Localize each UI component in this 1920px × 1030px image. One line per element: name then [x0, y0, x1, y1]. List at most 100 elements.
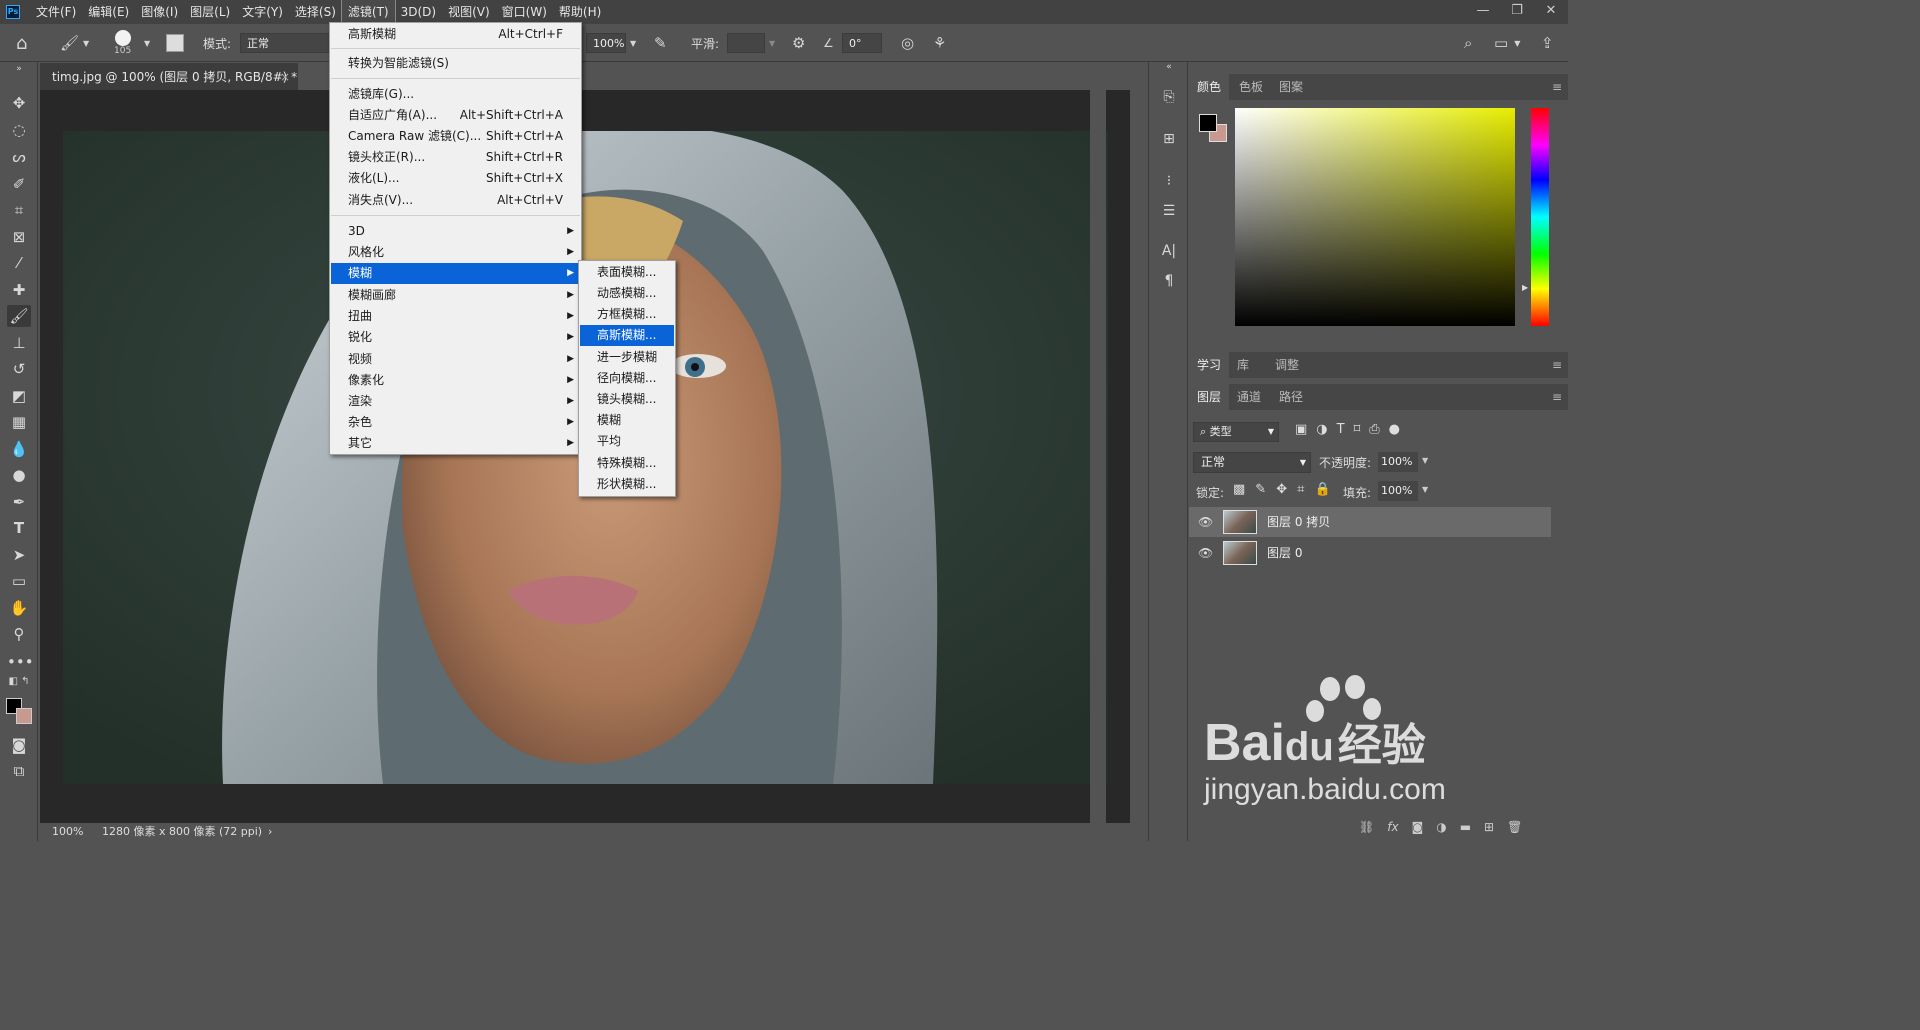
rectangle-tool-icon[interactable]: ▭: [7, 570, 31, 592]
eye-icon[interactable]: 👁: [1198, 507, 1213, 537]
menu-window[interactable]: 窗口(W): [496, 0, 553, 24]
tab-channels[interactable]: 通道: [1229, 384, 1269, 410]
close-icon[interactable]: ×: [280, 63, 290, 91]
layer-filter-select[interactable]: ⌕ 类型 ▼: [1193, 422, 1279, 442]
menu-3d[interactable]: 3D(D): [395, 0, 442, 24]
blend-mode-select[interactable]: 正常 ▼: [1193, 452, 1311, 473]
menu-item-pixelate[interactable]: 像素化 ▶: [331, 370, 580, 391]
mode-select[interactable]: 正常: [240, 33, 330, 53]
submenu-item-surface-blur[interactable]: 表面模糊...: [580, 262, 674, 283]
tab-paths[interactable]: 路径: [1271, 384, 1311, 410]
quick-mask-icon[interactable]: ◙: [7, 734, 31, 756]
menu-item-sharpen[interactable]: 锐化 ▶: [331, 327, 580, 348]
lock-artboard-icon[interactable]: ⌗: [1297, 482, 1304, 497]
chevron-down-icon[interactable]: ▼: [1514, 39, 1520, 48]
panel-menu-icon[interactable]: ≡: [1552, 74, 1562, 100]
chevron-down-icon[interactable]: ▼: [144, 39, 150, 48]
new-layer-icon[interactable]: ⊞: [1484, 820, 1494, 834]
brush-tool-icon[interactable]: 🖌: [7, 305, 31, 327]
chevron-down-icon[interactable]: ▼: [769, 39, 775, 48]
menu-item-blur[interactable]: 模糊 ▶: [331, 263, 580, 284]
delete-layer-icon[interactable]: 🗑: [1507, 820, 1522, 834]
vertical-scrollbar[interactable]: [1090, 62, 1106, 841]
menu-layer[interactable]: 图层(L): [184, 0, 236, 24]
menu-filter[interactable]: 滤镜(T): [340, 0, 396, 25]
history-panel-icon[interactable]: ⎘: [1157, 86, 1181, 108]
dodge-tool-icon[interactable]: ●: [7, 464, 31, 486]
tab-color[interactable]: 颜色: [1189, 74, 1230, 100]
tab-learn[interactable]: 学习: [1189, 352, 1230, 378]
menu-item-vanishing-point[interactable]: 消失点(V)... Alt+Ctrl+V: [331, 190, 580, 211]
history-brush-tool-icon[interactable]: ↺: [7, 358, 31, 380]
menu-type[interactable]: 文字(Y): [236, 0, 289, 24]
menu-item-adaptive-wide-angle[interactable]: 自适应广角(A)... Alt+Shift+Ctrl+A: [331, 105, 580, 126]
submenu-item-smart-blur[interactable]: 特殊模糊...: [580, 453, 674, 474]
submenu-item-shape-blur[interactable]: 形状模糊...: [580, 474, 674, 495]
tab-libraries[interactable]: 库: [1229, 352, 1257, 378]
shape-filter-icon[interactable]: ⌑: [1354, 422, 1361, 437]
brush-settings-panel-icon[interactable]: ⁝: [1157, 170, 1181, 192]
pressure-size-icon[interactable]: ◎: [901, 34, 914, 52]
layer-row[interactable]: 👁 图层 0 拷贝: [1189, 507, 1551, 537]
hue-slider-handle-icon[interactable]: ▶: [1522, 283, 1528, 292]
gradient-tool-icon[interactable]: ▦: [7, 411, 31, 433]
document-tab[interactable]: timg.jpg @ 100% (图层 0 拷贝, RGB/8#) * ×: [40, 62, 298, 90]
submenu-item-blur-more[interactable]: 进一步模糊: [580, 347, 674, 368]
menu-item-distort[interactable]: 扭曲 ▶: [331, 306, 580, 327]
chevron-down-icon[interactable]: ▼: [1422, 485, 1428, 494]
smart-object-filter-icon[interactable]: ⎙: [1369, 422, 1379, 437]
paragraph-panel-icon[interactable]: ¶: [1157, 270, 1181, 292]
new-adjustment-icon[interactable]: ◑: [1436, 820, 1446, 834]
opacity-input[interactable]: 100%: [1378, 452, 1418, 472]
submenu-item-motion-blur[interactable]: 动感模糊...: [580, 283, 674, 304]
menu-item-noise[interactable]: 杂色 ▶: [331, 412, 580, 433]
tab-layers[interactable]: 图层: [1189, 384, 1230, 410]
type-filter-icon[interactable]: T: [1337, 422, 1345, 437]
new-group-icon[interactable]: ▬: [1460, 820, 1471, 834]
home-icon[interactable]: ⌂: [16, 33, 27, 54]
tab-adjustments[interactable]: 调整: [1267, 352, 1307, 378]
symmetry-icon[interactable]: ⚘: [933, 34, 946, 52]
lock-all-icon[interactable]: 🔒: [1314, 482, 1330, 497]
fill-input[interactable]: 100%: [1378, 481, 1418, 501]
submenu-item-blur[interactable]: 模糊: [580, 410, 674, 431]
healing-brush-tool-icon[interactable]: ✚: [7, 279, 31, 301]
tab-swatches[interactable]: 色板: [1231, 74, 1271, 100]
zoom-level[interactable]: 100%: [52, 823, 83, 841]
lock-paint-icon[interactable]: ✎: [1255, 482, 1266, 497]
chevron-down-icon[interactable]: ▼: [1422, 456, 1428, 465]
properties-panel-icon[interactable]: ⊞: [1157, 128, 1181, 150]
menu-item-other[interactable]: 其它 ▶: [331, 433, 580, 454]
image-filter-icon[interactable]: ▣: [1295, 422, 1307, 437]
frame-tool-icon[interactable]: ⊠: [7, 226, 31, 248]
quick-select-tool-icon[interactable]: ✐: [7, 173, 31, 195]
eye-icon[interactable]: 👁: [1198, 538, 1213, 568]
color-panel-foreground-swatch[interactable]: [1199, 114, 1217, 132]
menu-item-camera-raw[interactable]: Camera Raw 滤镜(C)... Shift+Ctrl+A: [331, 126, 580, 147]
hand-tool-icon[interactable]: ✋: [7, 597, 31, 619]
color-picker-field[interactable]: [1235, 108, 1515, 326]
zoom-tool-icon[interactable]: ⚲: [7, 623, 31, 645]
workspace-icon[interactable]: ▭: [1494, 34, 1508, 52]
chevron-down-icon[interactable]: ▼: [630, 39, 636, 48]
crop-tool-icon[interactable]: ⌗: [7, 199, 31, 221]
adjustment-presets-icon[interactable]: ☰: [1157, 200, 1181, 222]
submenu-item-gaussian-blur[interactable]: 高斯模糊...: [580, 325, 674, 346]
menu-item-3d[interactable]: 3D ▶: [331, 221, 580, 242]
lock-position-icon[interactable]: ✥: [1276, 482, 1287, 497]
tab-patterns[interactable]: 图案: [1271, 74, 1311, 100]
filter-toggle-icon[interactable]: ●: [1389, 422, 1400, 437]
panel-menu-icon[interactable]: ≡: [1552, 384, 1562, 410]
restore-button[interactable]: ❐: [1500, 0, 1534, 22]
flow-input[interactable]: 100%: [586, 33, 626, 53]
airbrush-icon[interactable]: ✎: [654, 34, 667, 52]
status-arrow-icon[interactable]: ›: [268, 823, 272, 841]
menu-item-stylize[interactable]: 风格化 ▶: [331, 242, 580, 263]
menu-file[interactable]: 文件(F): [30, 0, 82, 24]
link-layers-icon[interactable]: ⛓: [1359, 820, 1374, 834]
brush-tool-preset-icon[interactable]: 🖌: [60, 34, 79, 52]
character-panel-icon[interactable]: A|: [1157, 240, 1181, 262]
share-icon[interactable]: ⇪: [1541, 34, 1554, 52]
background-color-swatch[interactable]: [16, 708, 32, 724]
angle-input[interactable]: 0°: [842, 33, 882, 53]
